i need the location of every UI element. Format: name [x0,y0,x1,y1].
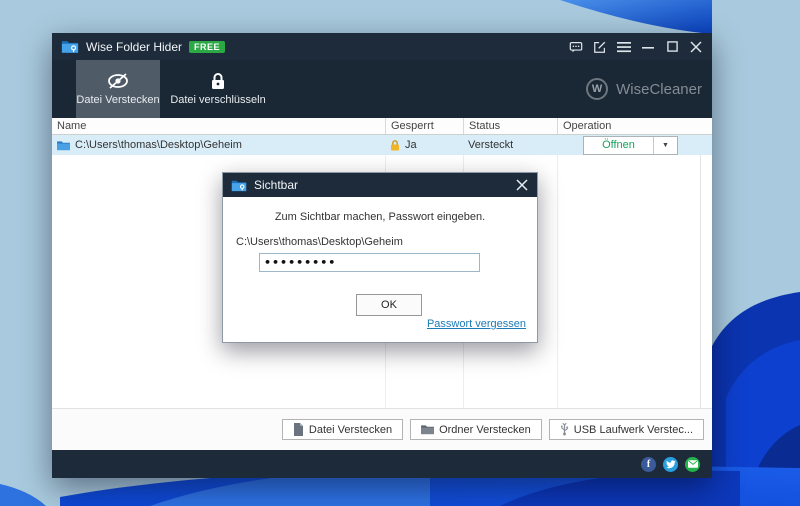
menu-icon[interactable] [617,40,631,54]
password-input[interactable] [259,253,480,272]
open-dropdown-arrow-icon[interactable]: ▼ [653,136,677,154]
facebook-icon[interactable]: f [641,456,656,472]
scrollbar-track[interactable] [700,155,712,408]
column-header-operation[interactable]: Operation [557,118,712,134]
dialog-close-icon[interactable] [515,178,529,192]
tab-datei-verschluesseln[interactable]: Datei verschlüsseln [160,60,276,118]
brand-name: WiseCleaner [616,80,702,98]
password-dialog: Sichtbar Zum Sichtbar machen, Passwort e… [222,172,538,343]
window-title: Wise Folder Hider [86,39,183,54]
close-icon[interactable] [689,40,703,54]
email-icon[interactable] [685,456,700,472]
dialog-folder-icon [231,180,247,191]
button-label: USB Laufwerk Verstec... [573,423,693,436]
row-status: Versteckt [468,139,514,151]
minimize-icon[interactable] [641,40,655,54]
button-label: Ordner Verstecken [439,423,531,436]
cell-name: C:\Users\thomas\Desktop\Geheim [52,139,385,151]
folder-icon [57,140,70,150]
column-header-status[interactable]: Status [463,118,557,134]
ok-button[interactable]: OK [356,294,422,316]
lock-icon [212,73,224,89]
button-label: Datei Verstecken [308,423,393,436]
footer: f [52,450,712,478]
column-header-gesperrt[interactable]: Gesperrt [385,118,463,134]
table-row[interactable]: C:\Users\thomas\Desktop\Geheim Ja Verste… [52,135,712,155]
twitter-icon[interactable] [663,456,678,472]
edit-icon[interactable] [593,40,607,54]
column-divider [557,155,558,408]
brand: W WiseCleaner [586,60,702,118]
action-button-bar: Datei Verstecken Ordner Verstecken USB L… [52,408,712,450]
dialog-message: Zum Sichtbar machen, Passwort eingeben. [274,211,486,223]
maximize-icon[interactable] [665,40,679,54]
open-button-label[interactable]: Öffnen [584,137,653,154]
free-badge: FREE [189,40,226,53]
hide-file-button[interactable]: Datei Verstecken [281,419,404,440]
row-path: C:\Users\thomas\Desktop\Geheim [75,139,242,151]
file-icon [293,423,303,436]
toolbar: Datei Verstecken Datei verschlüsseln W W… [52,60,712,118]
usb-icon [560,423,568,436]
desktop: Wise Folder Hider FREE Datei Verstecken … [0,0,800,506]
cell-gesperrt: Ja [385,139,463,151]
titlebar: Wise Folder Hider FREE [52,33,712,60]
cell-operation: Öffnen ▼ [557,135,712,155]
open-button[interactable]: Öffnen ▼ [583,135,678,155]
tab-label: Datei Verstecken [76,94,160,106]
tab-datei-verstecken[interactable]: Datei Verstecken [76,60,160,118]
wisecleaner-logo-icon: W [586,78,609,100]
app-folder-icon [61,41,79,53]
dialog-path-label: C:\Users\thomas\Desktop\Geheim [236,236,403,248]
column-header-name[interactable]: Name [52,118,385,134]
feedback-icon[interactable] [569,40,583,54]
forgot-password-link[interactable]: Passwort vergessen [427,318,526,330]
table-header: Name Gesperrt Status Operation [52,118,712,135]
eye-off-icon [108,73,128,89]
dialog-titlebar: Sichtbar [223,173,537,197]
hide-usb-button[interactable]: USB Laufwerk Verstec... [548,419,704,440]
hide-folder-button[interactable]: Ordner Verstecken [410,419,542,440]
dialog-body: Zum Sichtbar machen, Passwort eingeben. … [223,197,537,342]
tab-label: Datei verschlüsseln [170,94,266,106]
folder-icon [421,425,434,435]
dialog-title: Sichtbar [254,178,299,192]
row-gesperrt: Ja [405,139,417,151]
cell-status: Versteckt [463,139,557,151]
locked-icon [391,139,399,150]
